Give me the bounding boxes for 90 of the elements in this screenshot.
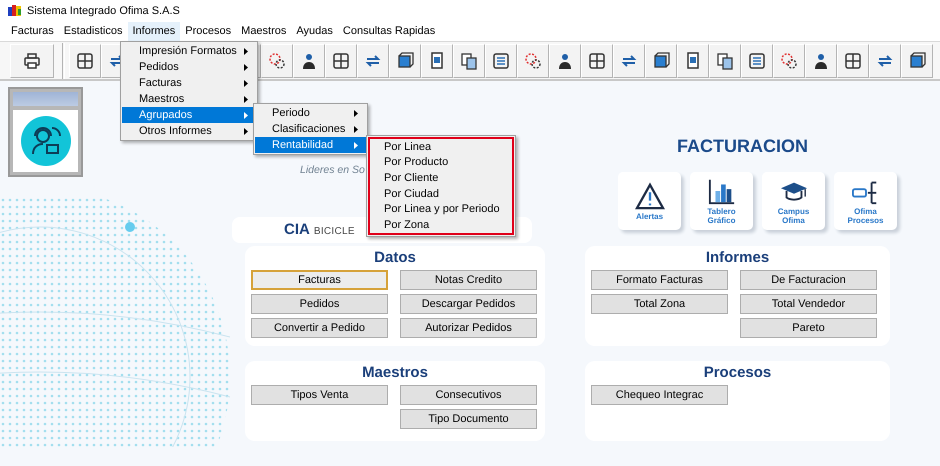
logo-tagline: Lideres en So xyxy=(300,163,365,178)
action-button[interactable]: Chequeo Integrac xyxy=(591,385,728,405)
warning-icon xyxy=(634,182,664,210)
menu-item[interactable]: Por Producto xyxy=(372,154,510,170)
menu-item[interactable]: Clasificaciones xyxy=(255,121,366,137)
support-agent-icon[interactable] xyxy=(20,116,70,166)
toolbar-button[interactable] xyxy=(837,44,869,78)
menu-item[interactable]: Facturas xyxy=(122,75,256,91)
menu-item[interactable]: Informes xyxy=(128,22,180,41)
toolbar-button[interactable] xyxy=(485,44,517,78)
company-name: BICICLE xyxy=(314,224,355,239)
action-button[interactable]: Pedidos xyxy=(251,294,388,314)
menu-item[interactable]: Procesos xyxy=(180,22,236,41)
action-button[interactable]: Total Vendedor xyxy=(740,294,877,314)
menu-item[interactable]: Por Cliente xyxy=(372,170,510,186)
menu-item[interactable]: Maestros xyxy=(122,91,256,107)
action-button[interactable]: Facturas xyxy=(251,270,388,290)
toolbar-button[interactable] xyxy=(421,44,453,78)
box-icon xyxy=(396,52,414,70)
action-button[interactable]: Total Zona xyxy=(591,294,728,314)
toolbar-button[interactable] xyxy=(581,44,613,78)
person-icon xyxy=(812,52,830,70)
grid-icon xyxy=(844,52,862,70)
app-logo-icon xyxy=(8,5,22,17)
panel-title: Procesos xyxy=(704,363,772,383)
printer-icon xyxy=(23,52,41,70)
list-icon xyxy=(492,52,510,70)
toolbar-button[interactable] xyxy=(293,44,325,78)
bar-chart-icon xyxy=(706,177,736,205)
action-button[interactable]: Pareto xyxy=(740,318,877,338)
toolbar-button[interactable] xyxy=(613,44,645,78)
menu-item[interactable]: Maestros xyxy=(236,22,292,41)
panel-title: Maestros xyxy=(362,363,428,383)
shortcut-tile[interactable]: Tablero Gráfico xyxy=(690,172,753,230)
toolbar-button[interactable] xyxy=(709,44,741,78)
toolbar-button[interactable] xyxy=(325,44,357,78)
toolbar-button[interactable] xyxy=(869,44,901,78)
action-button[interactable]: Autorizar Pedidos xyxy=(400,318,537,338)
menu-item[interactable]: Por Zona xyxy=(372,217,510,234)
menu-item[interactable]: Estadisticos xyxy=(58,22,128,41)
menu-item[interactable]: Por Ciudad xyxy=(372,186,510,202)
menu-item[interactable]: Por Linea y por Periodo xyxy=(372,202,510,218)
toolbar-button[interactable] xyxy=(645,44,677,78)
list-icon xyxy=(748,52,766,70)
action-button[interactable]: Convertir a Pedido xyxy=(251,318,388,338)
menu-item[interactable]: Consultas Rapidas xyxy=(338,22,440,41)
print-button[interactable] xyxy=(10,44,54,78)
section-title: FACTURACION xyxy=(677,135,808,158)
toolbar-button[interactable] xyxy=(901,44,933,78)
menu-item[interactable]: Facturas xyxy=(6,22,59,41)
grid-icon xyxy=(76,52,94,70)
action-button[interactable]: Notas Credito xyxy=(400,270,537,290)
company-prefix: CIA xyxy=(284,220,310,240)
action-button[interactable]: De Facturacion xyxy=(740,270,877,290)
menu-item[interactable]: Rentabilidad xyxy=(255,137,366,153)
menu-item[interactable]: Otros Informes xyxy=(122,123,256,139)
panel-title: Informes xyxy=(706,248,770,268)
grid-icon xyxy=(332,52,350,70)
window-title: Sistema Integrado Ofima S.A.S xyxy=(27,4,180,19)
action-button[interactable]: Consecutivos xyxy=(400,385,537,405)
panel-header-bar xyxy=(13,92,78,106)
toolbar-button[interactable] xyxy=(741,44,773,78)
action-button[interactable]: Tipo Documento xyxy=(400,409,537,429)
shortcut-tile[interactable]: Alertas xyxy=(618,172,681,230)
toolbar-button[interactable] xyxy=(389,44,421,78)
toolbar-button[interactable] xyxy=(549,44,581,78)
toolbar-button[interactable] xyxy=(453,44,485,78)
menu-item[interactable]: Por Linea xyxy=(372,139,510,155)
copy-icon xyxy=(716,52,734,70)
action-button[interactable]: Descargar Pedidos xyxy=(400,294,537,314)
box-icon xyxy=(908,52,926,70)
shortcut-tile[interactable]: Campus Ofima xyxy=(762,172,825,230)
person-icon xyxy=(556,52,574,70)
action-button[interactable]: Tipos Venta xyxy=(251,385,388,405)
toolbar-button[interactable] xyxy=(677,44,709,78)
shortcut-tile[interactable]: Ofima Procesos xyxy=(834,172,897,230)
toolbar-button[interactable] xyxy=(69,44,101,78)
panel-title: Datos xyxy=(374,248,416,268)
menu-item[interactable]: Periodo xyxy=(255,105,366,121)
toolbar-button[interactable] xyxy=(357,44,389,78)
toolbar-button[interactable] xyxy=(805,44,837,78)
person-icon xyxy=(300,52,318,70)
box-icon xyxy=(652,52,670,70)
copy-icon xyxy=(460,52,478,70)
menu-item[interactable]: Pedidos xyxy=(122,59,256,75)
menu-item[interactable]: Impresión Formatos xyxy=(122,43,256,59)
grid-icon xyxy=(588,52,606,70)
menu-item[interactable]: Agrupados xyxy=(122,107,256,123)
action-button[interactable]: Formato Facturas xyxy=(591,270,728,290)
menu-item[interactable]: Ayudas xyxy=(291,22,338,41)
